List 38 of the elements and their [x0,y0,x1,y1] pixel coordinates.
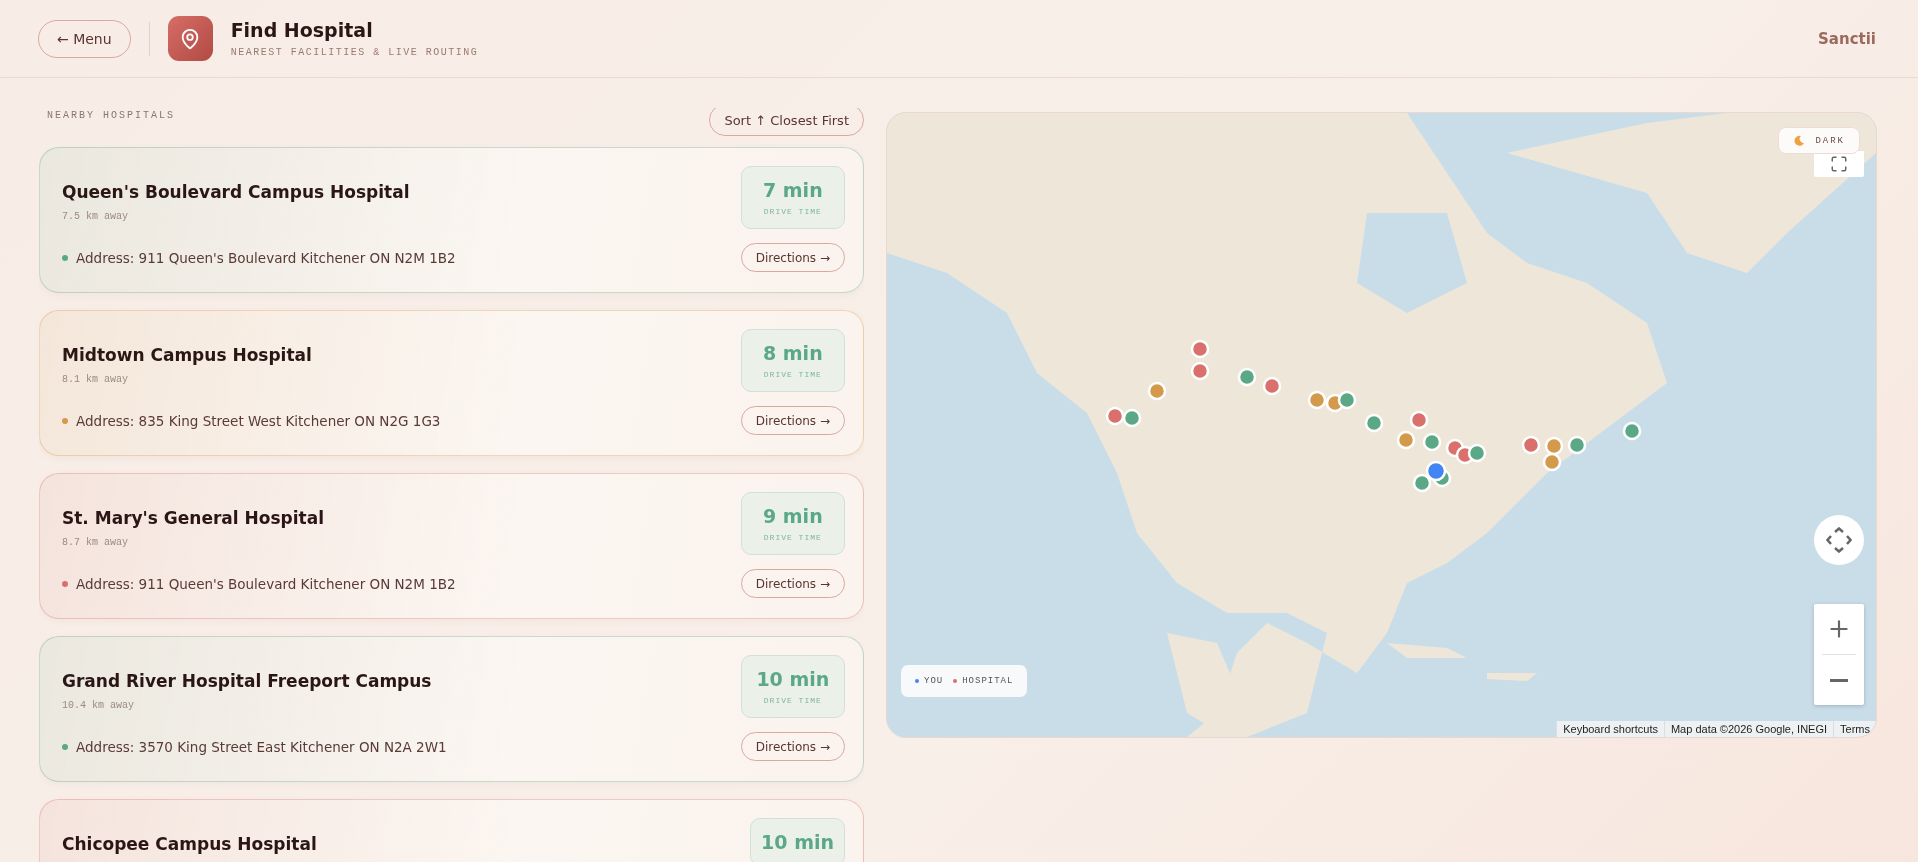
drive-time-label: DRIVE TIME [763,696,822,705]
hospital-name: Chicopee Campus Hospital [62,834,318,854]
hospital-distance: 8.7 km away [62,537,129,548]
moon-icon [1793,134,1806,147]
hospital-name: Grand River Hospital Freeport Campus [62,671,433,691]
drive-time: 7 min [763,179,823,201]
drive-time-label: DRIVE TIME [763,533,822,542]
dark-mode-button[interactable]: DARK [1778,127,1860,154]
hospital-name: Midtown Campus Hospital [62,345,313,365]
attribution-link[interactable]: Terms [1833,721,1876,737]
map-pin-icon [167,16,213,61]
hospital-address: Address: 911 Queen's Boulevard Kitchener ON N2M 1B2 [76,249,456,266]
fullscreen-icon [1830,155,1848,173]
map-panel[interactable]: DARK YOU HOSPITAL Keyboard shortcuts Map data ©2026 Google, INEGI Terms [886,112,1877,738]
page-title: Find Hospital [230,19,374,41]
drive-time: 8 min [763,342,823,364]
hospital-distance: 10.4 km away [62,700,135,711]
legend-item: HOSPITAL [953,676,1014,686]
hospital-distance: 7.5 km away [62,211,129,222]
move-arrows-icon [1826,527,1852,553]
hospital-address: Address: 3570 King Street East Kitchener ON N2A 2W1 [76,738,447,755]
list-heading: NEARBY HOSPITALS [47,110,175,121]
page-subtitle: NEAREST FACILITIES & LIVE ROUTING [230,47,479,58]
drive-time: 9 min [763,505,823,527]
hospital-name: St. Mary's General Hospital [62,508,325,528]
legend-item: YOU [915,676,944,686]
drive-time-label: DRIVE TIME [763,207,822,216]
hospital-address: Address: 911 Queen's Boulevard Kitchener ON N2M 1B2 [76,575,456,592]
hospital-name: Queen's Boulevard Campus Hospital [62,182,411,202]
drive-time: 10 min [761,831,834,853]
minus-icon [1830,678,1848,682]
brand-name: Sanctii [1818,29,1876,48]
attribution-link[interactable]: Map data ©2026 Google, INEGI [1663,721,1834,737]
drive-time: 10 min [756,668,830,690]
hospital-address: Address: 835 King Street West Kitchener ON N2G 1G3 [76,412,441,429]
hospital-distance: 8.1 km away [62,374,129,385]
attribution-link[interactable]: Keyboard shortcuts [1556,721,1664,737]
drive-time-label: DRIVE TIME [763,370,822,379]
